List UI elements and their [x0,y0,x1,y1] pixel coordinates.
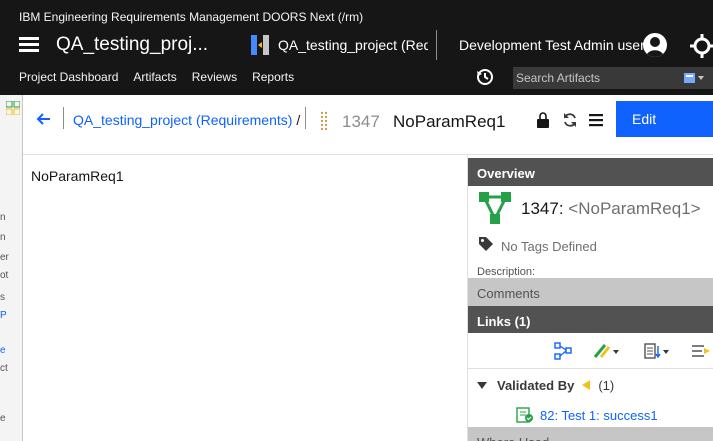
history-icon[interactable] [476,68,494,86]
overview-name: <NoParamReq1> [568,199,701,218]
strip-text: e [0,345,6,356]
sync-icon[interactable] [562,112,578,128]
user-avatar[interactable] [643,33,667,57]
link-direction-icon [582,380,591,390]
actions-menu-icon[interactable] [589,113,603,127]
lock-icon[interactable] [537,112,549,128]
strip-text: e [0,413,6,424]
artifact-name: NoParamReq1 [393,112,506,131]
description-label: Description: [477,266,536,278]
link-item[interactable]: 82: Test 1: success1 [516,407,658,423]
validated-by-group[interactable]: Validated By (1) [477,375,614,395]
validated-by-label: Validated By [497,377,575,393]
sidebar-panel: Overview 1347: <NoParamReq1> No Tags Def… [467,155,713,441]
nav-reports[interactable]: Reports [252,70,294,84]
test-case-icon [516,407,533,423]
nav-artifacts[interactable]: Artifacts [133,70,176,84]
divider [63,107,64,129]
chevron-down-icon[interactable] [477,381,487,389]
hamburger-menu-icon[interactable] [19,37,39,52]
left-side-strip: n n er ot s P e ct e [0,95,23,441]
requirement-type-icon [479,192,511,224]
links-header[interactable]: Links (1) [468,306,713,334]
app-title: IBM Engineering Requirements Management … [19,10,364,24]
overview-title: 1347: <NoParamReq1> [521,199,701,219]
grid-icon[interactable] [6,101,20,115]
tag-icon [479,237,493,251]
link-graph-icon[interactable] [553,342,573,360]
drag-handle-icon[interactable] [320,111,328,133]
artifact-content[interactable]: NoParamReq1 [31,168,124,184]
project-switch-icon [251,35,269,55]
project-name[interactable]: QA_testing_proj... [56,34,208,56]
gear-icon[interactable] [689,33,713,59]
strip-text: ct [0,363,8,374]
strip-text: P [0,310,7,321]
link-item-label[interactable]: 82: Test 1: success1 [540,408,658,423]
where-used-header[interactable]: Where Used [468,427,713,441]
search-input[interactable] [516,71,676,85]
sort-links-icon[interactable] [643,342,671,360]
edit-button[interactable]: Edit [616,101,713,137]
breadcrumb-link[interactable]: QA_testing_project (Requirements) [73,112,292,128]
search-scope-icon[interactable] [683,71,705,85]
project-switcher[interactable]: QA_testing_project (Requ [248,30,437,60]
artifact-header: QA_testing_project (Requirements) / 1347… [23,95,713,155]
main-nav: Project Dashboard Artifacts Reviews Repo… [19,70,309,84]
breadcrumb: QA_testing_project (Requirements) / [73,112,300,128]
links-toolbar [468,333,713,369]
strip-text: ot [0,270,9,281]
add-link-icon[interactable] [593,342,621,360]
strip-text: er [0,252,9,263]
overview-id: 1347: [521,199,564,218]
filter-links-icon[interactable] [690,342,713,360]
user-name[interactable]: Development Test Admin user [459,37,645,53]
strip-text: s [0,292,5,303]
nav-project-dashboard[interactable]: Project Dashboard [19,70,118,84]
tags-text: No Tags Defined [501,239,597,254]
strip-text: n [0,212,6,223]
breadcrumb-separator: / [296,112,301,128]
comments-header[interactable]: Comments [468,278,713,306]
artifact-id: 1347 [342,112,380,131]
search-box [513,67,713,89]
nav-reviews[interactable]: Reviews [192,70,237,84]
divider [305,107,306,129]
project-switcher-label: QA_testing_project (Requ [278,37,428,53]
validated-by-count: (1) [598,377,615,393]
strip-text: n [0,232,6,243]
back-arrow-icon[interactable] [36,111,52,127]
overview-header[interactable]: Overview [468,158,713,186]
top-bar: IBM Engineering Requirements Management … [0,0,713,95]
